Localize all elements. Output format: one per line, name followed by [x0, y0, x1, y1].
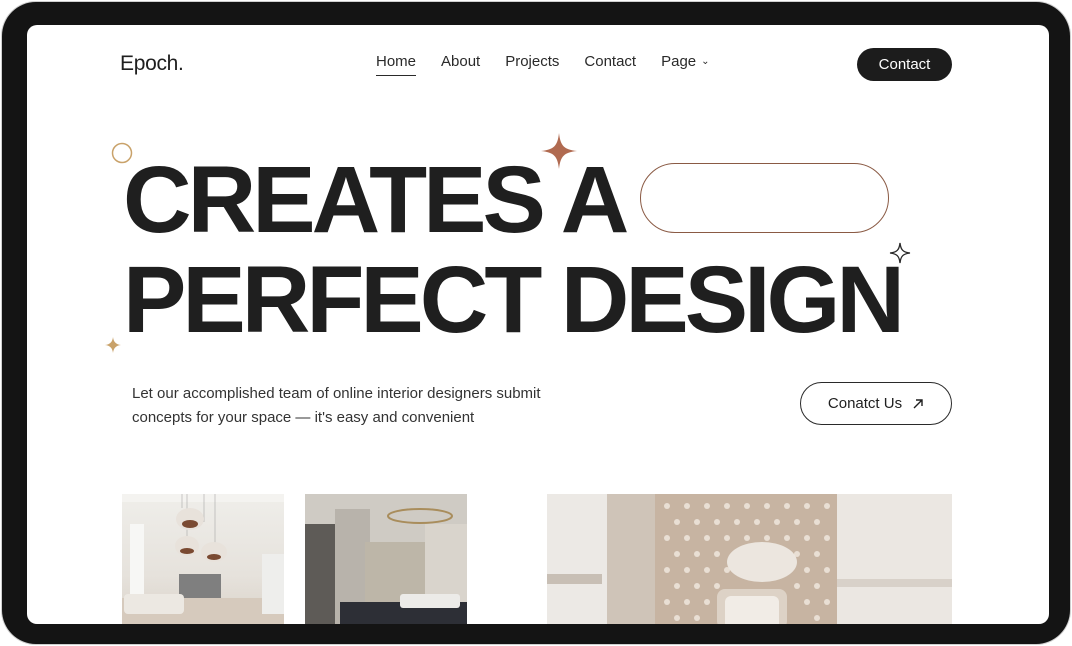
sparkle-small-icon — [105, 337, 121, 353]
nav-page[interactable]: Page ⌄ — [661, 53, 709, 70]
living-room-photo — [122, 494, 284, 624]
hero-description: Let our accomplished team of online inte… — [132, 385, 541, 426]
pill-outline-decoration — [640, 163, 889, 233]
device-frame: Epoch. Home About Projects Contact Page ⌄… — [2, 2, 1070, 644]
hero-title-line2: PERFECT DESIGN — [123, 247, 905, 353]
nav-contact[interactable]: Contact — [584, 53, 636, 70]
nav-page-label: Page — [661, 53, 697, 70]
nav-about[interactable]: About — [441, 53, 480, 70]
atrium-photo — [547, 494, 952, 624]
chevron-down-icon: ⌄ — [701, 56, 710, 67]
main-nav: Home About Projects Contact Page ⌄ — [376, 53, 735, 76]
contact-us-button[interactable]: Conatct Us — [800, 382, 952, 425]
brand-logo[interactable]: Epoch. — [120, 52, 184, 76]
bedroom-photo — [305, 494, 467, 624]
contact-us-label: Conatct Us — [827, 395, 903, 412]
nav-projects[interactable]: Projects — [505, 53, 559, 70]
contact-button[interactable]: Contact — [857, 48, 952, 81]
hero-title-line1: CREATES A — [123, 147, 629, 253]
nav-home[interactable]: Home — [376, 53, 417, 76]
arrow-up-right-icon — [913, 398, 923, 408]
screen: Epoch. Home About Projects Contact Page ⌄… — [27, 25, 1049, 624]
